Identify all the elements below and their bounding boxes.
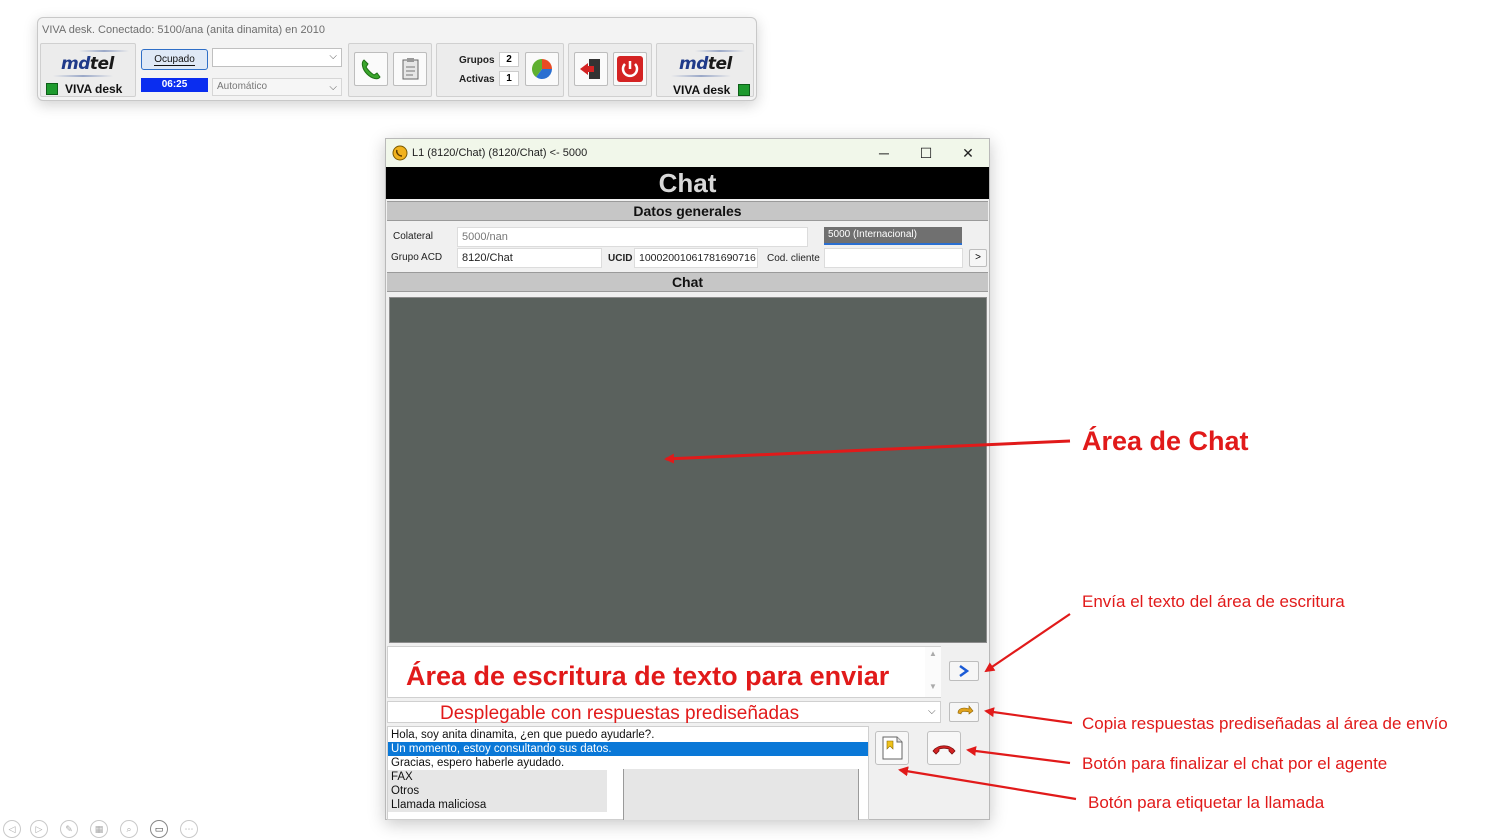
end-chat-button[interactable] bbox=[927, 731, 961, 765]
end-chat-annotation: Botón para finalizar el chat por el agen… bbox=[1082, 754, 1388, 773]
message-input-area[interactable]: Área de escritura de texto para enviar bbox=[387, 646, 941, 698]
note-tag-icon bbox=[882, 736, 903, 760]
minimize-button[interactable]: ─ bbox=[864, 144, 904, 162]
client-code-field[interactable] bbox=[824, 248, 963, 268]
hang-up-icon bbox=[932, 745, 956, 755]
chat-history-area[interactable] bbox=[389, 297, 987, 643]
copy-annotation: Copia respuestas prediseñadas al área de… bbox=[1082, 714, 1448, 733]
camera-icon[interactable]: ▭ bbox=[150, 820, 168, 838]
prev-icon[interactable]: ◁ bbox=[3, 820, 21, 838]
active-label: Activas bbox=[459, 74, 495, 85]
groups-panel: Grupos 2 Activas 1 bbox=[436, 43, 564, 97]
chevron-down-icon: ⌵ bbox=[329, 82, 337, 93]
pie-chart-icon bbox=[532, 59, 552, 79]
logout-icon bbox=[580, 59, 600, 79]
list-item[interactable]: Un momento, estoy consultando sus datos. bbox=[388, 742, 868, 756]
acd-group-label: Grupo ACD bbox=[391, 252, 443, 263]
predefined-responses-select[interactable]: Desplegable con respuestas prediseñadas … bbox=[387, 701, 941, 724]
chat-area-annotation: Área de Chat bbox=[1082, 426, 1249, 456]
logout-button[interactable] bbox=[574, 52, 608, 86]
send-button[interactable] bbox=[949, 661, 979, 681]
window-title: L1 (8120/Chat) (8120/Chat) <- 5000 bbox=[412, 147, 588, 159]
message-input-annotation: Área de escritura de texto para enviar bbox=[406, 661, 890, 691]
clipboard-button[interactable] bbox=[393, 52, 427, 86]
copy-response-button[interactable] bbox=[949, 702, 979, 722]
more-icon[interactable]: ⋯ bbox=[180, 820, 198, 838]
client-code-label: Cod. cliente bbox=[767, 253, 820, 264]
zoom-icon[interactable]: ⌕ bbox=[120, 820, 138, 838]
close-button[interactable]: ✕ bbox=[948, 144, 988, 162]
pen-icon[interactable]: ✎ bbox=[60, 820, 78, 838]
colateral-extra-field[interactable]: 5000 (Internacional) bbox=[824, 227, 962, 245]
clipboard-icon bbox=[402, 58, 419, 80]
toolbar-title: VIVA desk. Conectado: 5100/ana (anita di… bbox=[42, 24, 325, 36]
status-indicator-icon bbox=[46, 83, 58, 95]
viva-desk-label: VIVA desk bbox=[673, 83, 731, 97]
chat-header: Chat bbox=[386, 167, 989, 199]
chat-app-icon bbox=[392, 145, 408, 161]
list-item[interactable]: FAX bbox=[388, 770, 607, 784]
chevron-down-icon: ⌵ bbox=[329, 51, 337, 62]
list-item[interactable]: Llamada maliciosa bbox=[388, 798, 607, 812]
groups-chart-button[interactable] bbox=[525, 52, 559, 86]
next-icon[interactable]: ▷ bbox=[30, 820, 48, 838]
status-indicator-icon bbox=[738, 84, 750, 96]
chevron-down-icon: ⌵ bbox=[928, 706, 936, 717]
ucid-label: UCID bbox=[608, 253, 633, 264]
status-button[interactable]: Ocupado bbox=[141, 49, 208, 70]
power-icon bbox=[617, 56, 643, 82]
send-arrow-icon bbox=[959, 664, 970, 678]
viva-desk-label: VIVA desk bbox=[65, 82, 123, 96]
list-item[interactable]: Hola, soy anita dinamita, ¿en que puedo … bbox=[388, 728, 868, 742]
pages-icon[interactable]: ▦ bbox=[90, 820, 108, 838]
dropdown-annotation: Desplegable con respuestas prediseñadas bbox=[440, 703, 800, 724]
general-data-section: Datos generales bbox=[387, 201, 988, 221]
copy-arrow-icon bbox=[957, 705, 974, 715]
send-annotation: Envía el texto del área de escritura bbox=[1082, 592, 1345, 611]
mdtel-logo: mdtel bbox=[61, 54, 114, 74]
colateral-label: Colateral bbox=[393, 231, 434, 242]
state-timer: 06:25 bbox=[141, 78, 208, 92]
tags-column bbox=[623, 769, 859, 820]
phone-icon bbox=[361, 59, 381, 80]
mdtel-logo: mdtel bbox=[679, 54, 732, 74]
reason-select[interactable]: ⌵ bbox=[212, 48, 342, 67]
chat-window: L1 (8120/Chat) (8120/Chat) <- 5000 ─ ☐ ✕… bbox=[385, 138, 990, 820]
mode-select[interactable]: Automático ⌵ bbox=[212, 78, 342, 96]
groups-label: Grupos bbox=[459, 55, 495, 66]
colateral-field[interactable]: 5000/nan bbox=[457, 227, 808, 247]
left-logo-panel: mdtel VIVA desk bbox=[40, 43, 136, 97]
chat-titlebar: L1 (8120/Chat) (8120/Chat) <- 5000 ─ ☐ ✕ bbox=[386, 139, 989, 167]
right-logo-panel: mdtel VIVA desk bbox=[656, 43, 754, 97]
list-item[interactable]: Gracias, espero haberle ayudado. bbox=[388, 756, 868, 770]
ucid-field[interactable]: 10002001061781690716 bbox=[634, 248, 758, 268]
acd-group-field[interactable]: 8120/Chat bbox=[457, 248, 602, 268]
input-scrollbar[interactable]: ▲ ▼ bbox=[925, 647, 941, 697]
tag-call-annotation: Botón para etiquetar la llamada bbox=[1088, 793, 1325, 812]
more-data-button[interactable]: > bbox=[969, 249, 987, 267]
power-button[interactable] bbox=[613, 52, 647, 86]
tag-call-button[interactable] bbox=[875, 731, 909, 765]
viva-desk-toolbar: VIVA desk. Conectado: 5100/ana (anita di… bbox=[37, 17, 757, 101]
session-panel bbox=[568, 43, 652, 97]
list-item[interactable]: Otros bbox=[388, 784, 607, 798]
active-count: 1 bbox=[499, 71, 519, 86]
call-tools-panel bbox=[348, 43, 432, 97]
maximize-button[interactable]: ☐ bbox=[906, 144, 946, 162]
chat-section: Chat bbox=[387, 272, 988, 292]
phone-button[interactable] bbox=[354, 52, 388, 86]
groups-count: 2 bbox=[499, 52, 519, 67]
